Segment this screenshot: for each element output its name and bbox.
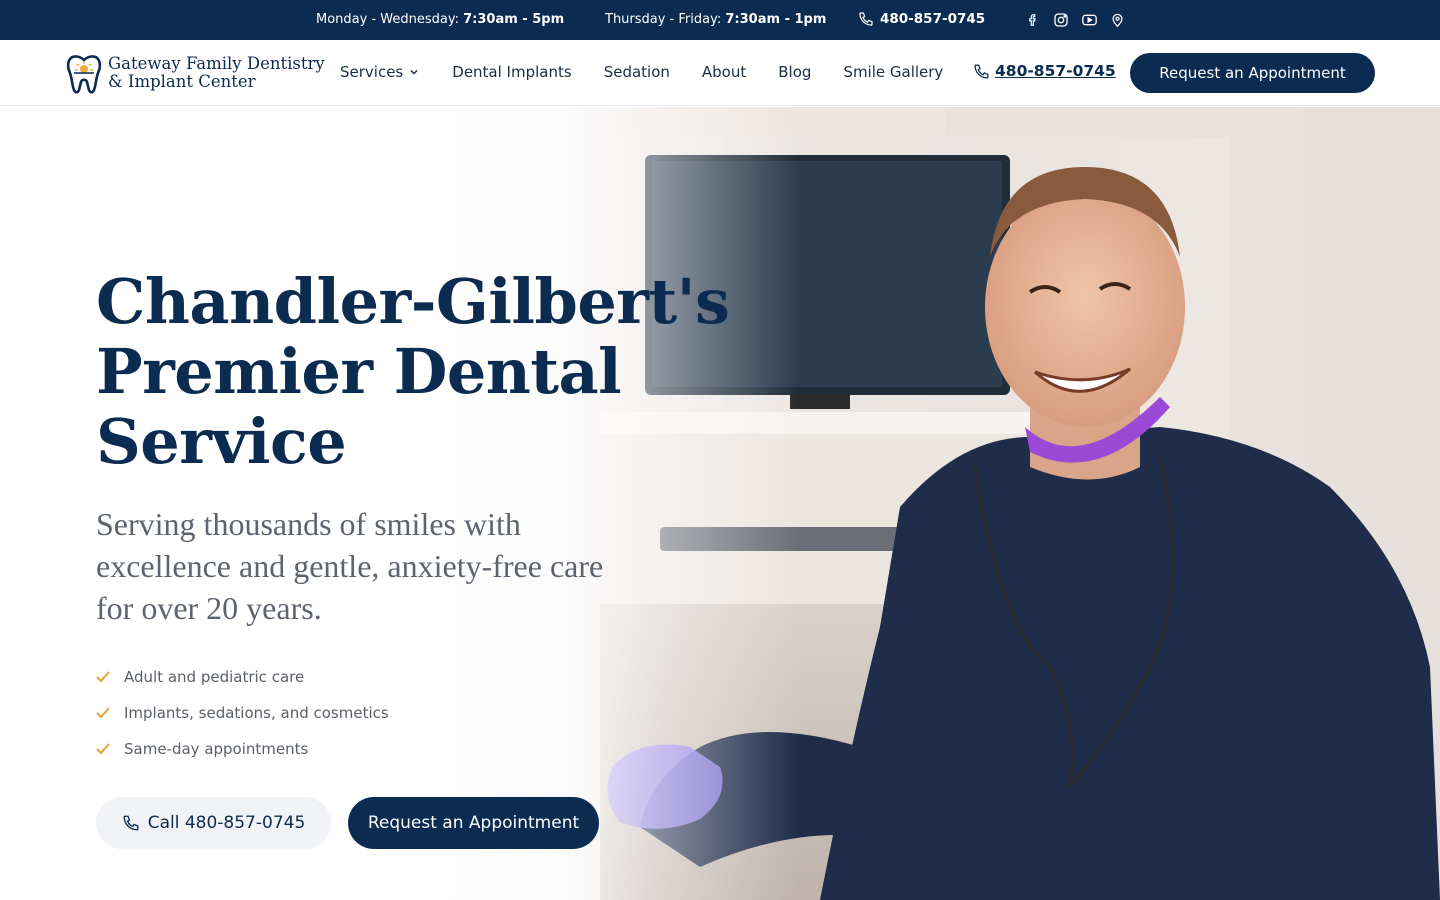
nav-request-appointment-button[interactable]: Request an Appointment [1130, 53, 1375, 93]
hours-mw-time: 7:30am - 5pm [463, 12, 565, 27]
nav-item-blog[interactable]: Blog [778, 63, 811, 81]
main-navbar: Gateway Family Dentistry & Implant Cente… [0, 40, 1440, 106]
hero-headline-line1: Chandler-Gilbert's [96, 265, 730, 338]
benefit-text: Same-day appointments [124, 740, 309, 758]
hero-call-label: Call 480-857-0745 [147, 813, 306, 833]
nav-item-sedation[interactable]: Sedation [604, 63, 670, 81]
nav-phone-link[interactable]: 480-857-0745 [973, 62, 1116, 80]
nav-label-services: Services [340, 63, 404, 81]
facebook-icon[interactable] [1024, 11, 1042, 29]
checkmark-icon [96, 671, 110, 683]
nav-phone-number: 480-857-0745 [995, 62, 1116, 80]
hero-headline: Chandler-Gilbert's Premier Dental Servic… [96, 267, 736, 477]
hero-subheadline: Serving thousands of smiles with excelle… [96, 506, 604, 626]
brand-logo[interactable]: Gateway Family Dentistry & Implant Cente… [64, 52, 325, 94]
benefit-item: Implants, sedations, and cosmetics [96, 695, 389, 731]
top-phone-number: 480-857-0745 [880, 11, 986, 27]
hours-tf-label: Thursday - Friday: [605, 12, 722, 27]
tooth-logo-icon [66, 55, 102, 94]
benefit-item: Adult and pediatric care [96, 659, 389, 695]
phone-icon [974, 63, 989, 79]
hero-call-button[interactable]: Call 480-857-0745 [96, 797, 331, 849]
hero-headline-line2: Premier Dental [96, 335, 622, 408]
checkmark-icon [96, 743, 110, 755]
brand-name-line2: & Implant Center [108, 72, 256, 91]
hero-request-appointment-button[interactable]: Request an Appointment [348, 797, 599, 849]
hours-tf-time: 7:30am - 1pm [725, 12, 827, 27]
benefit-item: Same-day appointments [96, 731, 389, 767]
brand-name: Gateway Family Dentistry & Implant Cente… [108, 55, 325, 91]
top-phone-link[interactable]: 480-857-0745 [858, 11, 985, 27]
instagram-icon[interactable] [1052, 11, 1070, 29]
hero-benefits-list: Adult and pediatric care Implants, sedat… [96, 659, 389, 767]
phone-icon [859, 12, 873, 26]
brand-name-line1: Gateway Family Dentistry [108, 54, 325, 73]
nav-item-dental-implants[interactable]: Dental Implants [452, 63, 571, 81]
social-links [1024, 11, 1126, 29]
hero-headline-line3: Service [96, 405, 347, 478]
primary-nav: Services Dental Implants Sedation About … [340, 63, 975, 81]
nav-item-about[interactable]: About [702, 63, 746, 81]
hours-thu-fri: Thursday - Friday: 7:30am - 1pm [605, 12, 826, 27]
hours-mon-wed: Monday - Wednesday: 7:30am - 5pm [316, 12, 564, 27]
map-pin-icon[interactable] [1108, 11, 1126, 29]
checkmark-icon [96, 707, 110, 719]
youtube-icon[interactable] [1080, 11, 1098, 29]
hero-section: Chandler-Gilbert's Premier Dental Servic… [0, 107, 1440, 900]
hours-mw-label: Monday - Wednesday: [316, 12, 459, 27]
top-info-bar: Monday - Wednesday: 7:30am - 5pm Thursda… [0, 0, 1440, 40]
chevron-down-icon [410, 69, 418, 75]
phone-icon [123, 815, 139, 831]
benefit-text: Implants, sedations, and cosmetics [124, 704, 389, 722]
nav-item-services[interactable]: Services [340, 63, 419, 81]
nav-item-smile-gallery[interactable]: Smile Gallery [843, 63, 943, 81]
benefit-text: Adult and pediatric care [124, 668, 305, 686]
